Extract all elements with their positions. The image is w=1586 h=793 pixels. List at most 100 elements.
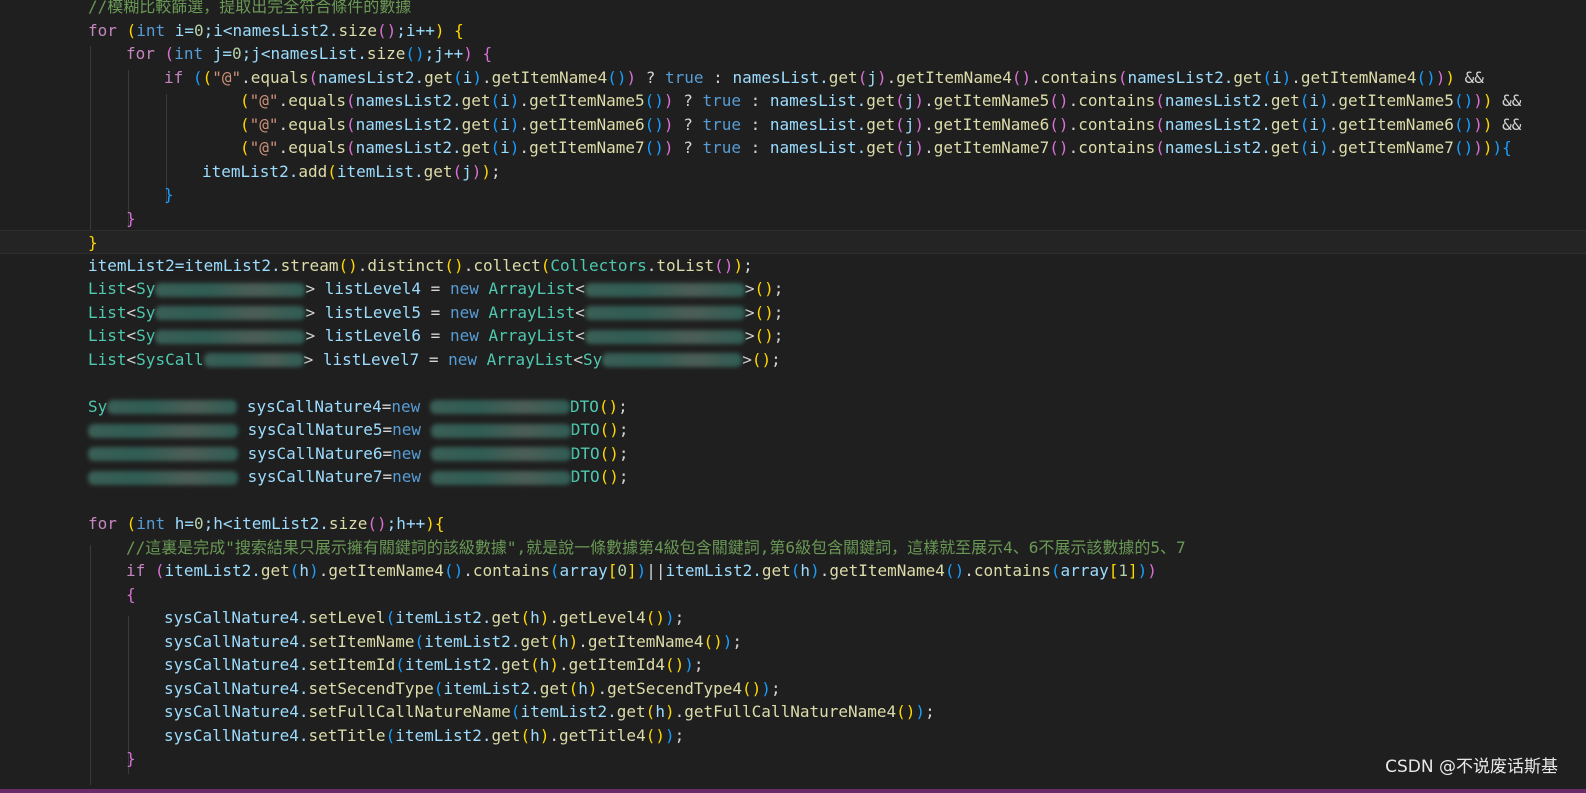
code-line[interactable]: //這裏是完成"搜索結果只展示擁有關鍵詞的該級數據",就是說一條數據第4級包含關…: [0, 536, 1186, 560]
code-token: i: [1271, 67, 1282, 87]
code-token: =: [382, 420, 393, 439]
code-editor[interactable]: //模糊比較篩選，提取出完全符合條件的數據 for (int i=0;i<name…: [0, 0, 1586, 793]
code-token: ArrayList: [488, 279, 576, 298]
code-token: setItemId: [308, 655, 396, 674]
code-token: .: [646, 255, 657, 275]
code-token: get: [424, 67, 454, 87]
code-token: (): [598, 396, 619, 416]
code-token: int: [136, 20, 166, 40]
code-line[interactable]: sysCallNature6=new DTO();: [0, 442, 629, 466]
code-token: for: [88, 20, 117, 40]
code-line[interactable]: sysCallNature4.setSecendType(itemList2.g…: [0, 677, 781, 701]
code-line[interactable]: }: [0, 230, 1586, 254]
code-line[interactable]: }: [0, 207, 136, 231]
code-token: itemList2.: [395, 725, 492, 745]
code-token: .: [519, 138, 530, 157]
code-token: ): [1435, 67, 1446, 87]
code-line[interactable]: sysCallNature4.setLevel(itemList2.get(h)…: [0, 606, 684, 630]
code-token: :: [741, 114, 770, 134]
code-line[interactable]: if (("@".equals(namesList2.get(i).getIte…: [0, 66, 1484, 90]
code-token: true: [702, 114, 741, 134]
code-token: ): [1281, 67, 1292, 87]
code-line[interactable]: ("@".equals(namesList2.get(i).getItemNam…: [0, 136, 1512, 160]
code-line[interactable]: sysCallNature4.setTitle(itemList2.get(h)…: [0, 724, 684, 748]
code-line[interactable]: {: [0, 583, 136, 607]
code-line[interactable]: List<SysCall > listLevel7 = new ArrayList…: [0, 348, 781, 372]
redacted-text: [88, 423, 238, 438]
code-token: "@": [249, 91, 279, 110]
redacted-text: [584, 282, 745, 297]
code-token: getItemName4: [829, 561, 945, 580]
code-line[interactable]: [0, 371, 88, 395]
code-line[interactable]: for (int i=0;i<namesList2.size();i++) {: [0, 19, 464, 43]
code-token: .: [481, 67, 492, 87]
code-token: Sy: [88, 396, 108, 416]
code-token: get: [761, 561, 791, 580]
code-line[interactable]: }: [0, 183, 174, 207]
code-line[interactable]: List<Sy > listLevel6 = new ArrayList< >();: [0, 324, 783, 348]
code-line[interactable]: Sy sysCallNature4=new DTO();: [0, 395, 628, 419]
code-line[interactable]: sysCallNature4.setItemId(itemList2.get(h…: [0, 653, 704, 677]
redacted-text: [155, 282, 306, 297]
code-line[interactable]: for (int h=0;h<itemList2.size();h++){: [0, 512, 444, 536]
code-line[interactable]: itemList2.add(itemList.get(j));: [0, 160, 501, 184]
code-line[interactable]: for (int j=0;j<namesList.size();j++) {: [0, 42, 492, 66]
code-token: .: [924, 114, 934, 134]
code-token: .: [819, 561, 830, 580]
code-token: .: [519, 91, 530, 110]
code-token: (): [754, 326, 774, 345]
code-line[interactable]: }: [0, 747, 136, 771]
code-token: sysCallNature6: [247, 443, 383, 463]
code-line[interactable]: List<Sy > listLevel5 = new ArrayList< >();: [0, 301, 783, 325]
code-line[interactable]: sysCallNature5=new DTO();: [0, 418, 629, 442]
code-token: (: [395, 655, 405, 674]
code-token: ;: [491, 161, 501, 181]
code-token: new: [392, 467, 422, 486]
redacted-text: [430, 447, 571, 461]
code-line[interactable]: sysCallNature7=new DTO();: [0, 465, 629, 489]
code-token: getItemName5: [1338, 91, 1454, 110]
code-line[interactable]: List<Sy > listLevel4 = new ArrayList< >();: [0, 277, 783, 301]
code-line[interactable]: ("@".equals(namesList2.get(i).getItemNam…: [0, 89, 1521, 113]
code-line[interactable]: sysCallNature4.setFullCallNatureName(ite…: [0, 700, 935, 724]
code-token: itemList2.: [520, 702, 617, 721]
code-line[interactable]: [0, 489, 88, 513]
code-token: new: [448, 349, 478, 369]
code-token: ): [664, 702, 675, 721]
code-token: sysCallNature5: [247, 420, 383, 439]
code-token: (: [530, 655, 540, 674]
code-token: contains: [973, 561, 1051, 580]
code-token: DTO: [569, 396, 599, 416]
code-token: i: [1309, 114, 1320, 134]
code-token: ;: [674, 608, 685, 627]
code-token: =: [421, 279, 450, 298]
code-token: (): [751, 349, 772, 369]
code-token: (): [1011, 67, 1032, 87]
code-token: j: [867, 67, 877, 87]
code-token: get: [616, 702, 646, 721]
code-token: Sy: [136, 279, 156, 298]
code-line[interactable]: if (itemList2.get(h).getItemName4().cont…: [0, 559, 1157, 583]
code-line[interactable]: sysCallNature4.setItemName(itemList2.get…: [0, 630, 742, 654]
code-line[interactable]: ("@".equals(namesList2.get(i).getItemNam…: [0, 113, 1521, 137]
code-token: (: [490, 91, 501, 110]
code-token: (): [644, 138, 664, 157]
code-token: ): [568, 631, 579, 651]
code-token: getItemName6: [933, 114, 1050, 134]
code-token: (): [443, 561, 464, 580]
code-token: .: [578, 631, 588, 651]
code-line[interactable]: itemList2=itemList2.stream().distinct().…: [0, 254, 753, 278]
bottom-bar: [0, 789, 1586, 793]
code-token: namesList2.: [1164, 114, 1271, 134]
code-token: itemList2.: [395, 608, 492, 627]
code-token: namesList2.: [1164, 138, 1271, 157]
code-token: (: [1299, 91, 1310, 110]
code-token: (): [1049, 91, 1069, 110]
code-line[interactable]: //模糊比較篩選，提取出完全符合條件的數據: [0, 0, 411, 19]
code-token: <: [126, 326, 137, 345]
code-token: DTO: [570, 443, 600, 463]
code-token: (: [452, 161, 463, 181]
code-token: setLevel: [308, 608, 386, 627]
code-token: (): [714, 255, 734, 275]
